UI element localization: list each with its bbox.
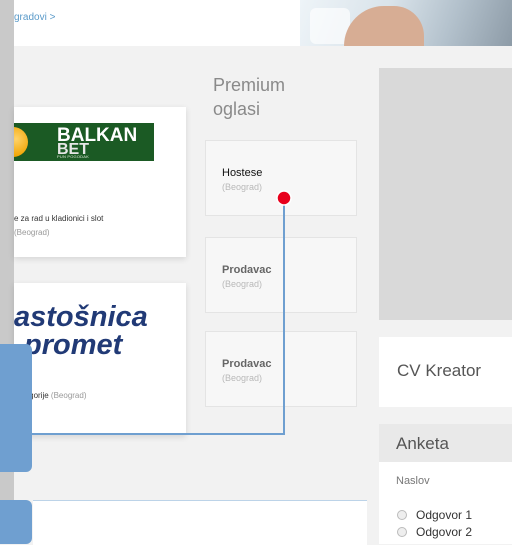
poll-header: Anketa (379, 424, 512, 462)
premium-job-location: (Beograd) (222, 373, 263, 383)
premium-job-location: (Beograd) (222, 182, 263, 192)
header-banner: gradovi > (14, 0, 512, 46)
premium-job-title[interactable]: Hostese (222, 167, 262, 179)
poll-option-1[interactable]: Odgovor 1 (397, 508, 472, 522)
video-placeholder[interactable] (379, 68, 512, 320)
ad-card-balkanbet[interactable]: BALKAN BET PUN POGODAK e za rad u kladio… (14, 107, 186, 257)
cv-kreator-label[interactable]: CV Kreator (397, 361, 481, 381)
pastosnica-logo-line1: astošnica (14, 301, 148, 333)
overlay-tab-upper[interactable] (0, 344, 32, 472)
ad-card-pastosnica[interactable]: astošnica promet kategorije (Beograd) (14, 283, 186, 435)
balkanbet-logo: BALKAN BET PUN POGODAK (14, 123, 154, 161)
radio-icon[interactable] (397, 527, 407, 537)
premium-job-title[interactable]: Prodavac (222, 358, 272, 370)
premium-title: Premium oglasi (213, 75, 286, 119)
pastosnica-logo-line2: promet (24, 329, 123, 361)
ad-description: e za rad u kladionici i slot (14, 214, 104, 223)
cv-kreator-box[interactable]: CV Kreator (379, 337, 512, 407)
ad-location: (Beograd) (14, 228, 50, 237)
overlay-tab-lower[interactable] (0, 500, 32, 544)
ball-icon (14, 127, 28, 157)
radio-icon[interactable] (397, 510, 407, 520)
bottom-panel (33, 500, 367, 545)
poll-question: Naslov (396, 475, 430, 487)
poll-title: Anketa (396, 434, 449, 453)
banner-photo (300, 0, 512, 46)
breadcrumb-link[interactable]: gradovi > (14, 12, 55, 23)
banner-hand (344, 6, 424, 46)
premium-job-title[interactable]: Prodavac (222, 264, 272, 276)
poll-body: Naslov Odgovor 1 Odgovor 2 (379, 462, 512, 544)
premium-item[interactable]: Prodavac (Beograd) (205, 331, 357, 407)
poll-option-2[interactable]: Odgovor 2 (397, 525, 472, 539)
premium-item[interactable]: Hostese (Beograd) (205, 140, 357, 216)
premium-item[interactable]: Prodavac (Beograd) (205, 237, 357, 313)
premium-job-location: (Beograd) (222, 279, 263, 289)
